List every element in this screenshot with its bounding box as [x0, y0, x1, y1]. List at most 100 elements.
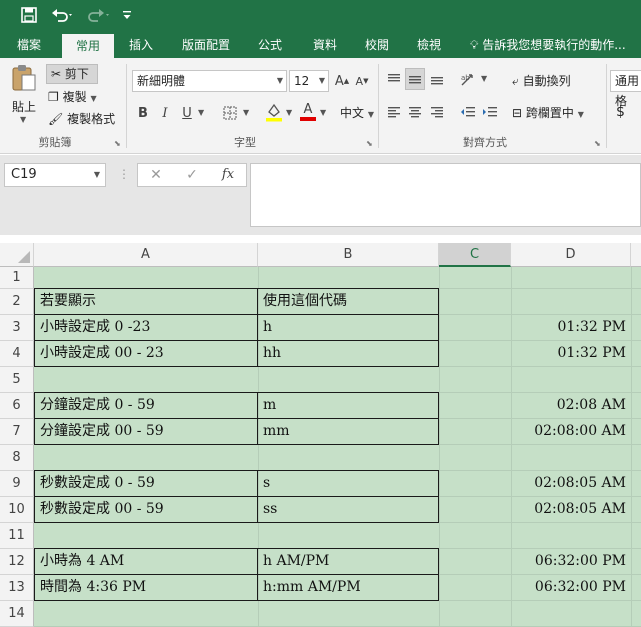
fill-color-icon[interactable]	[264, 100, 284, 124]
row-header[interactable]: 9	[0, 471, 34, 497]
cell-a[interactable]: 分鐘設定成 0 - 59	[34, 392, 258, 419]
phonetic-button[interactable]: 中文 ▼	[340, 104, 374, 121]
decrease-indent-icon[interactable]	[458, 101, 478, 123]
row-header[interactable]: 10	[0, 497, 34, 523]
select-all-corner[interactable]	[0, 243, 34, 267]
column-header-b[interactable]: B	[258, 243, 439, 267]
cell-d[interactable]: 06:32:00 PM	[511, 575, 631, 601]
cell-b[interactable]	[258, 367, 439, 393]
cell-a[interactable]: 時間為 4:36 PM	[34, 574, 258, 601]
row-header[interactable]: 8	[0, 445, 34, 471]
cell-a[interactable]: 小時設定成 00 - 23	[34, 340, 258, 367]
row-header[interactable]: 5	[0, 367, 34, 393]
increase-font-icon[interactable]: A ▲	[333, 70, 351, 92]
row-header[interactable]: 12	[0, 549, 34, 575]
font-size-select[interactable]: 12 ▼	[289, 70, 329, 92]
row-header[interactable]: 2	[0, 289, 34, 315]
merge-center-button[interactable]: ⊟ 跨欄置中 ▼	[512, 104, 584, 121]
cell-d[interactable]: 01:32 PM	[511, 341, 631, 367]
column-header-c[interactable]: C	[439, 243, 511, 267]
row-header[interactable]: 13	[0, 575, 34, 601]
cell-d[interactable]: 02:08:05 AM	[511, 497, 631, 523]
cell-b[interactable]	[258, 601, 439, 627]
fill-dropdown-icon[interactable]: ▼	[286, 108, 292, 117]
alignment-launcher-icon[interactable]: ⬊	[594, 139, 601, 148]
font-color-button[interactable]: A	[298, 100, 318, 124]
align-left-icon[interactable]	[384, 101, 404, 123]
cell-d[interactable]: 06:32:00 PM	[511, 549, 631, 575]
cell-b[interactable]: hh	[257, 340, 439, 367]
insert-function-icon[interactable]: fx	[216, 164, 240, 186]
align-right-icon[interactable]	[427, 101, 447, 123]
cell-b[interactable]: h	[257, 314, 439, 341]
cell-d[interactable]	[511, 445, 631, 471]
cell-a[interactable]: 秒數設定成 00 - 59	[34, 496, 258, 523]
cell-b[interactable]: s	[257, 470, 439, 497]
cell-b[interactable]	[258, 445, 439, 471]
cell-a[interactable]: 若要顯示	[34, 288, 258, 315]
cell-a[interactable]: 分鐘設定成 00 - 59	[34, 418, 258, 445]
redo-icon[interactable]	[84, 5, 114, 25]
undo-icon[interactable]	[48, 5, 78, 25]
underline-dropdown-icon[interactable]: ▼	[198, 108, 204, 117]
save-icon[interactable]	[18, 5, 40, 25]
tab-formulas[interactable]: 公式	[250, 32, 290, 58]
cancel-icon[interactable]: ✕	[144, 164, 168, 186]
tab-view[interactable]: 檢視	[408, 32, 450, 58]
cell-a[interactable]	[34, 267, 258, 289]
row-header[interactable]: 4	[0, 341, 34, 367]
name-box[interactable]: C19 ▼	[4, 163, 106, 187]
cell-b[interactable]: h AM/PM	[257, 548, 439, 575]
decrease-font-icon[interactable]: A ▼	[353, 70, 371, 92]
cell-d[interactable]	[511, 523, 631, 549]
tab-page-layout[interactable]: 版面配置	[174, 32, 238, 58]
column-header-d[interactable]: D	[511, 243, 631, 267]
cell-b[interactable]	[258, 267, 439, 289]
row-header[interactable]: 6	[0, 393, 34, 419]
copy-button[interactable]: ❐ 複製 ▼	[48, 88, 97, 105]
tell-me-search[interactable]: 💡︎ 告訴我您想要執行的動作...	[470, 32, 626, 58]
underline-button[interactable]: U	[178, 102, 196, 124]
cell-d[interactable]	[511, 367, 631, 393]
borders-icon[interactable]	[220, 102, 240, 124]
borders-dropdown-icon[interactable]: ▼	[243, 108, 249, 117]
cell-a[interactable]	[34, 523, 258, 549]
cell-a[interactable]	[34, 601, 258, 627]
align-bottom-icon[interactable]	[427, 68, 447, 90]
cell-b[interactable]: 使用這個代碼	[257, 288, 439, 315]
row-header[interactable]: 3	[0, 315, 34, 341]
customize-icon[interactable]	[120, 5, 134, 25]
align-center-icon[interactable]	[405, 101, 425, 123]
tab-data[interactable]: 資料	[302, 32, 348, 58]
cell-d[interactable]: 02:08:00 AM	[511, 419, 631, 445]
tab-file[interactable]: 檔案	[6, 32, 52, 58]
column-header-e[interactable]	[631, 243, 641, 267]
formula-input[interactable]	[250, 163, 641, 227]
row-header[interactable]: 11	[0, 523, 34, 549]
column-header-a[interactable]: A	[34, 243, 258, 267]
tab-insert[interactable]: 插入	[118, 32, 164, 58]
increase-indent-icon[interactable]	[480, 101, 500, 123]
enter-icon[interactable]: ✓	[180, 164, 204, 186]
currency-button[interactable]: $	[616, 104, 625, 120]
cut-button[interactable]: ✂ 剪下	[46, 64, 98, 84]
wrap-text-button[interactable]: ⤶ 自動換列	[512, 72, 571, 89]
cell-a[interactable]	[34, 445, 258, 471]
align-middle-icon[interactable]	[405, 68, 425, 90]
font-launcher-icon[interactable]: ⬊	[366, 139, 373, 148]
paste-dropdown-icon[interactable]: ▼	[20, 115, 26, 124]
number-format-select[interactable]: 通用格	[610, 70, 641, 108]
paste-button[interactable]: 貼上	[12, 98, 36, 115]
row-header[interactable]: 7	[0, 419, 34, 445]
cell-d[interactable]: 02:08:05 AM	[511, 471, 631, 497]
cell-b[interactable]: mm	[257, 418, 439, 445]
format-painter-button[interactable]: 🖌︎ 複製格式	[48, 110, 115, 127]
clipboard-launcher-icon[interactable]: ⬊	[114, 139, 121, 148]
row-header[interactable]: 1	[0, 267, 34, 289]
orientation-icon[interactable]: ab	[458, 68, 480, 90]
font-name-select[interactable]: 新細明體 ▼	[132, 70, 287, 92]
cell-b[interactable]	[258, 523, 439, 549]
bold-button[interactable]: B	[134, 102, 152, 124]
cell-d[interactable]	[511, 601, 631, 627]
cell-b[interactable]: ss	[257, 496, 439, 523]
